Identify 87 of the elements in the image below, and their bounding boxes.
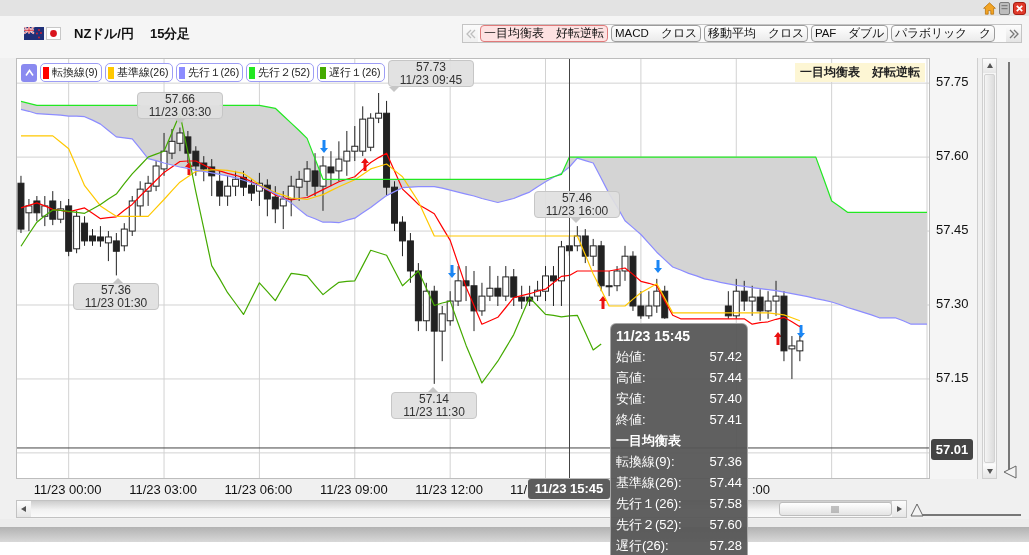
up-arrow-icon [361, 158, 369, 171]
signal-tab[interactable]: 移動平均 クロス [703, 25, 808, 42]
signal-tab[interactable]: パラボリック ク [891, 25, 996, 42]
tooltip-value: 57.41 [709, 411, 742, 428]
tooltip-label: 基準線(26): [616, 474, 682, 491]
tooltip-label: 先行２(52): [616, 516, 682, 533]
time-axis-label: 11/ [509, 481, 527, 498]
slider-thumb[interactable] [1003, 465, 1017, 479]
home-icon[interactable] [983, 1, 996, 15]
tooltip-value: 57.40 [709, 390, 742, 407]
tooltip-label: 始値: [616, 348, 646, 365]
callout-price: 57.14 [419, 392, 449, 406]
legend-item[interactable]: 遅行１(26) [316, 63, 385, 82]
signal-tab[interactable]: PAF ダブル [810, 25, 889, 42]
time-axis-label: 11/23 03:00 [129, 481, 197, 498]
price-axis-label: 57.45 [936, 222, 969, 239]
legend-toggle-button[interactable] [21, 63, 37, 82]
signal-tab[interactable]: 一目均衡表 好転逆転 [480, 25, 608, 42]
tooltip-value: 57.60 [709, 516, 742, 533]
price-axis-label: 57.60 [936, 148, 969, 165]
scroll-left-button[interactable] [17, 501, 31, 517]
vertical-scrollbar[interactable] [982, 58, 997, 479]
scrollbar-thumb[interactable] [984, 74, 995, 463]
callout-price: 57.46 [562, 191, 592, 205]
signal-tab[interactable]: MACD クロス [611, 25, 701, 42]
tooltip-title: 11/23 15:45 [616, 327, 691, 346]
tooltip-value: 57.58 [709, 495, 742, 512]
up-arrow-icon [599, 296, 607, 309]
crosshair-time-label: 11/23 15:45 [528, 479, 610, 499]
callout-price: 57.36 [101, 283, 131, 297]
legend-item[interactable]: 転換線(9) [40, 63, 102, 82]
scroll-down-button[interactable] [983, 464, 996, 478]
scroll-right-button[interactable] [892, 501, 906, 517]
time-axis-label: 11/23 12:00 [415, 481, 483, 498]
tooltip-label: 遅行(26): [616, 537, 669, 554]
legend-item[interactable]: 先行１(26) [175, 63, 244, 82]
callout-price: 57.66 [165, 92, 195, 106]
time-axis-label: 11/23 06:00 [224, 481, 293, 498]
tooltip-value: 57.42 [709, 348, 742, 365]
time-axis-label: 11/23 09:00 [319, 481, 388, 498]
tooltip-label: 終値: [616, 411, 646, 428]
callout-time: 11/23 16:00 [545, 204, 609, 218]
tooltip-label: 先行１(26): [616, 495, 682, 512]
callout-time: 11/23 11:30 [403, 405, 465, 419]
legend-item[interactable]: 先行２(52) [246, 63, 314, 82]
tooltip-label: 安値: [616, 390, 646, 407]
callout-time: 11/23 09:45 [399, 73, 463, 87]
double-chevron-left-icon [464, 28, 477, 39]
signal-label: 一目均衡表 好転逆転 [795, 63, 925, 82]
tooltip-value: 57.28 [709, 537, 742, 554]
scroll-up-button[interactable] [983, 59, 996, 73]
tooltip-label: 転換線(9): [616, 453, 675, 470]
triangle-down-icon [985, 467, 994, 475]
tooltip-value: 57.36 [709, 453, 742, 470]
down-arrow-icon [448, 265, 456, 278]
grip-icon [831, 505, 840, 513]
triangle-left-icon [20, 505, 28, 513]
price-axis-label: 57.75 [936, 74, 969, 91]
triangle-up-icon [985, 62, 994, 70]
tooltip-label: 高値: [616, 369, 646, 386]
tooltip-heading: 一目均衡表 [616, 432, 681, 449]
triangle-right-icon [895, 505, 903, 513]
japan-flag-icon [46, 27, 61, 40]
slider-thumb[interactable] [910, 503, 925, 517]
timeframe-label: 15分足 [149, 25, 191, 43]
scrollbar-thumb[interactable] [779, 502, 892, 516]
window-icon[interactable] [999, 1, 1010, 15]
down-arrow-icon [797, 325, 805, 338]
tooltip-value: 57.44 [709, 474, 742, 491]
close-icon[interactable] [1013, 1, 1026, 15]
new-zealand-flag-icon [24, 27, 44, 40]
time-axis-label: 11/23 00:00 [33, 481, 102, 498]
callout-time: 11/23 01:30 [84, 296, 148, 310]
currency-pair-title: NZドル/円 [74, 25, 134, 43]
callout-time: 11/23 03:30 [148, 105, 212, 119]
legend-item[interactable]: 基準線(26) [104, 63, 173, 82]
double-chevron-right-icon [1007, 28, 1020, 39]
callout-price: 57.73 [416, 60, 446, 74]
down-arrow-icon [654, 260, 662, 273]
down-arrow-icon [320, 140, 328, 153]
up-arrow-icon [774, 332, 782, 345]
price-axis-label: 57.15 [936, 369, 969, 386]
crosshair-price-label: 57.01 [931, 438, 973, 460]
chevron-up-icon [24, 68, 34, 77]
time-axis-label: :00 [752, 481, 771, 498]
price-axis-label: 57.30 [936, 296, 969, 312]
tooltip-value: 57.44 [709, 369, 742, 386]
